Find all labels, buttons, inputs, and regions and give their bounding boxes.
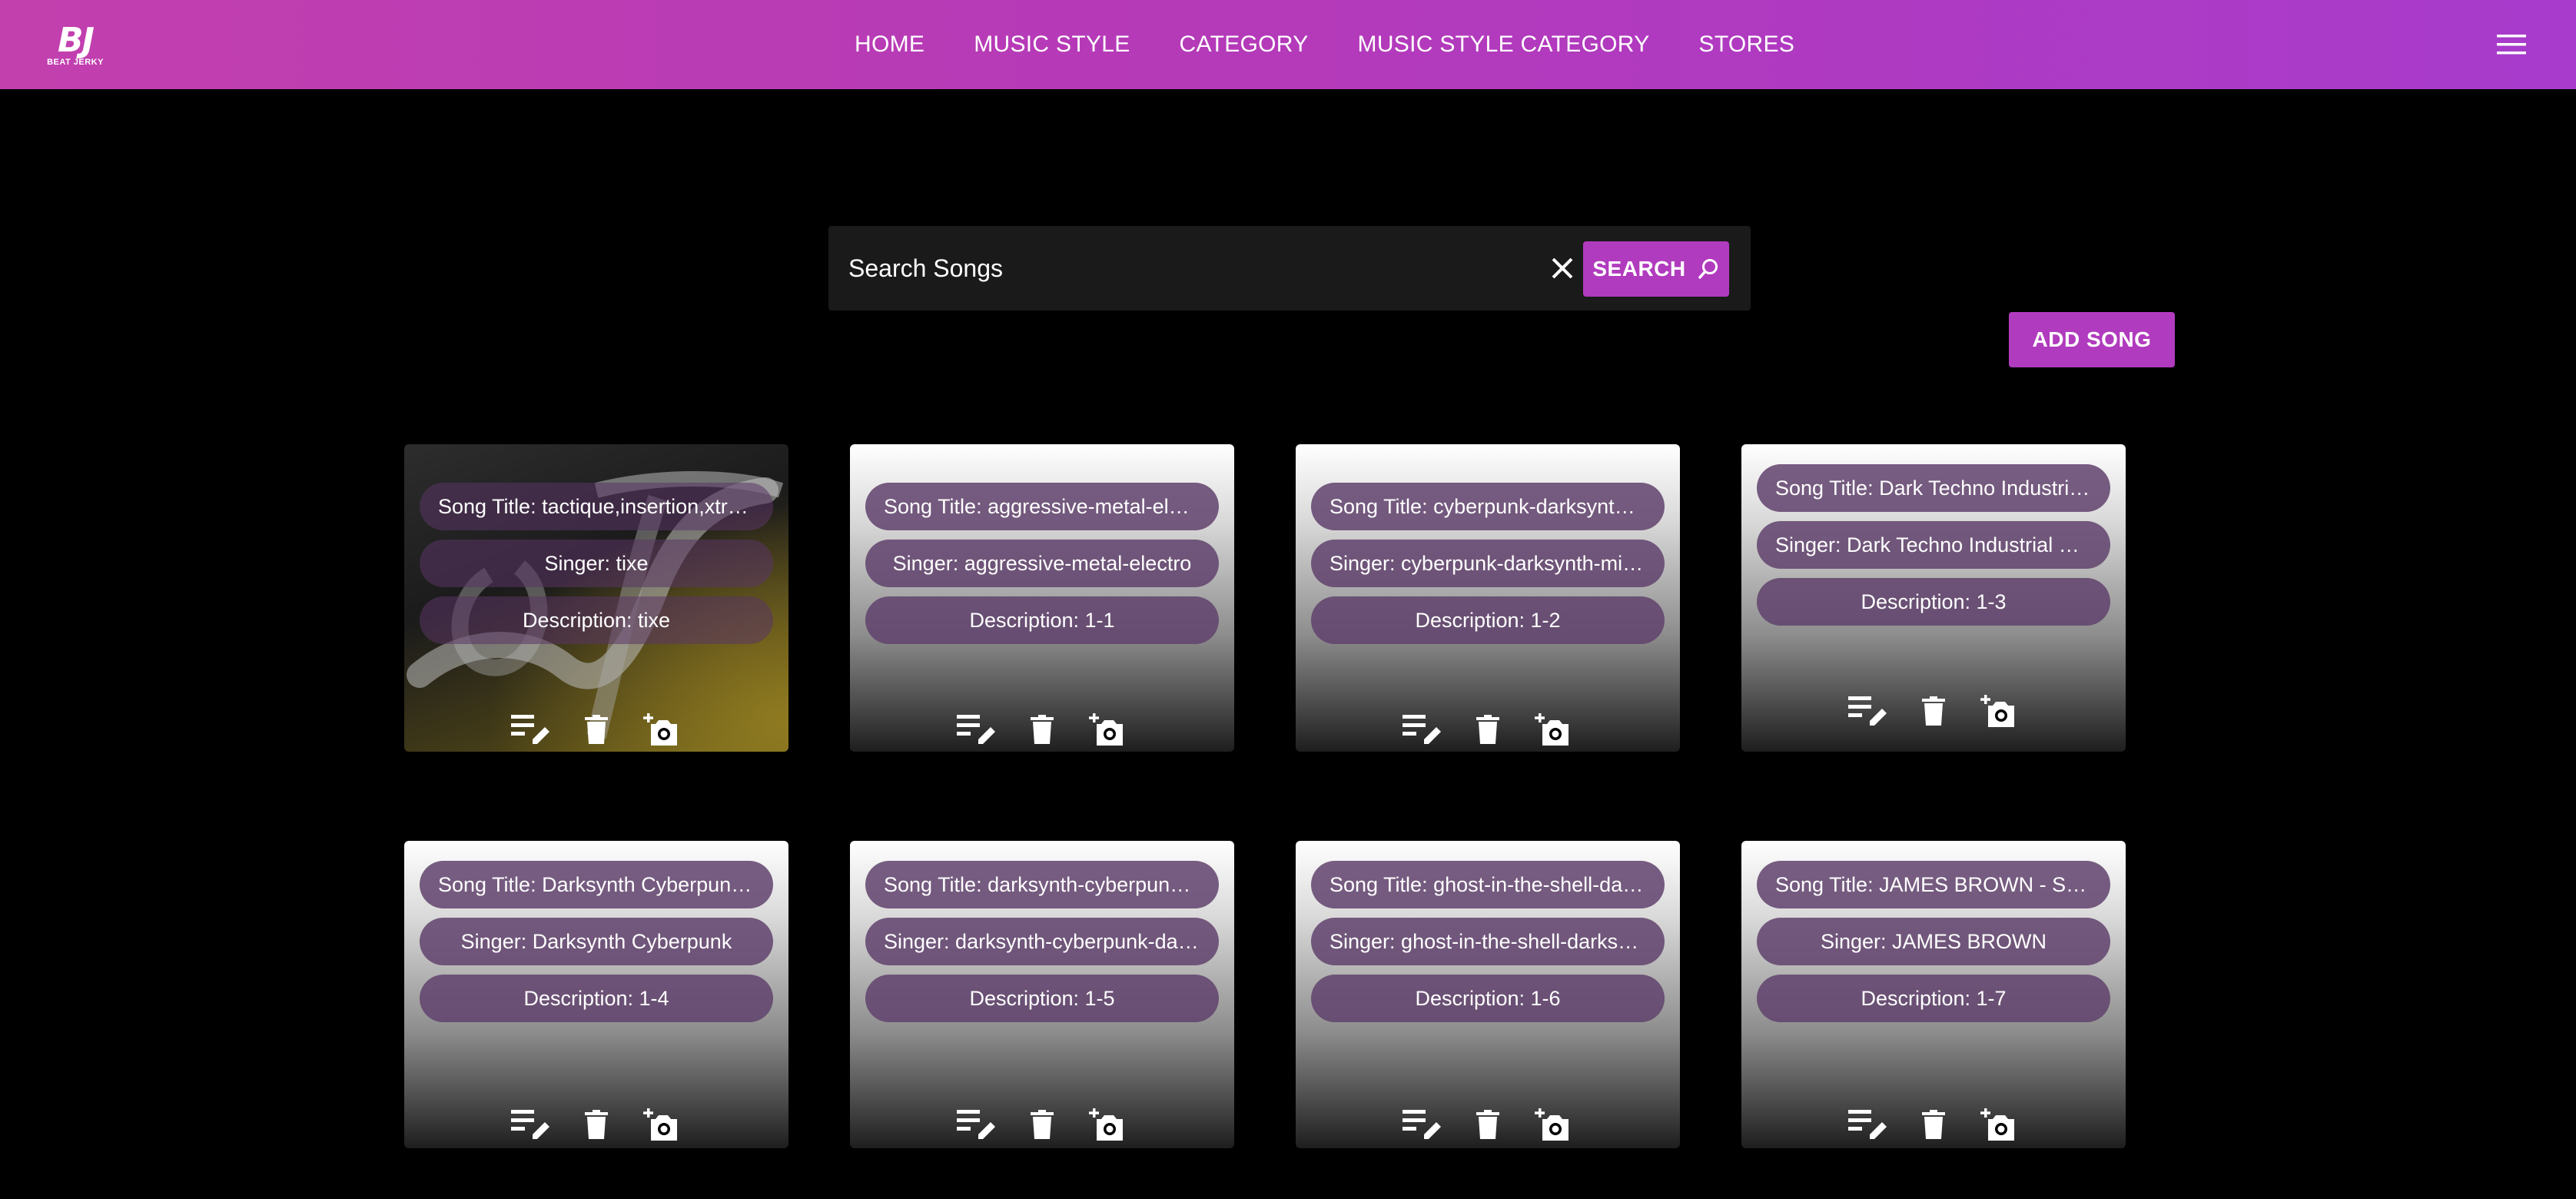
song-title: Song Title: tactique,insertion,xtra... bbox=[420, 483, 773, 530]
logo-text: BEAT JERKY bbox=[47, 58, 104, 67]
song-description: Description: 1-1 bbox=[865, 596, 1219, 644]
song-description: Description: tixe bbox=[420, 596, 773, 644]
song-card[interactable]: Song Title: aggressive-metal-elec... Sin… bbox=[850, 444, 1234, 752]
song-singer: Singer: ghost-in-the-shell-darksyn... bbox=[1311, 918, 1665, 965]
nav-category[interactable]: CATEGORY bbox=[1155, 32, 1333, 58]
song-card[interactable]: Song Title: Dark Techno Industrial... Si… bbox=[1741, 444, 2126, 752]
song-description: Description: 1-7 bbox=[1757, 975, 2110, 1022]
trash-icon[interactable] bbox=[1913, 692, 1954, 730]
add-photo-icon[interactable] bbox=[640, 710, 682, 749]
trash-icon[interactable] bbox=[1913, 1105, 1954, 1144]
edit-list-icon[interactable] bbox=[1403, 710, 1444, 749]
hamburger-menu-icon[interactable] bbox=[2495, 29, 2528, 60]
song-description: Description: 1-3 bbox=[1757, 578, 2110, 626]
nav-home[interactable]: HOME bbox=[830, 32, 949, 58]
edit-list-icon[interactable] bbox=[511, 710, 553, 749]
song-title: Song Title: Dark Techno Industrial... bbox=[1757, 464, 2110, 512]
trash-icon[interactable] bbox=[1021, 710, 1063, 749]
song-title: Song Title: darksynth-cyberpunk-... bbox=[865, 861, 1219, 908]
song-title: Song Title: Darksynth Cyberpunk ... bbox=[420, 861, 773, 908]
song-title: Song Title: ghost-in-the-shell-dark... bbox=[1311, 861, 1665, 908]
add-photo-icon[interactable] bbox=[1532, 1105, 1573, 1144]
song-description: Description: 1-5 bbox=[865, 975, 1219, 1022]
song-card[interactable]: Song Title: cyberpunk-darksynth-... Sing… bbox=[1296, 444, 1680, 752]
song-singer: Singer: Darksynth Cyberpunk bbox=[420, 918, 773, 965]
trash-icon[interactable] bbox=[576, 1105, 617, 1144]
edit-list-icon[interactable] bbox=[1848, 1105, 1890, 1144]
close-icon[interactable] bbox=[1545, 251, 1580, 286]
edit-list-icon[interactable] bbox=[957, 1105, 998, 1144]
search-input[interactable] bbox=[848, 249, 1540, 287]
nav-music-style[interactable]: MUSIC STYLE bbox=[949, 32, 1154, 58]
search-button[interactable]: SEARCH bbox=[1583, 241, 1729, 297]
song-description: Description: 1-6 bbox=[1311, 975, 1665, 1022]
add-photo-icon[interactable] bbox=[1977, 1105, 2019, 1144]
song-singer: Singer: darksynth-cyberpunk-dar... bbox=[865, 918, 1219, 965]
song-card[interactable]: Song Title: Darksynth Cyberpunk ... Sing… bbox=[404, 841, 788, 1148]
song-card[interactable]: Song Title: JAMES BROWN - Se... Singer: … bbox=[1741, 841, 2126, 1148]
search-bar: SEARCH bbox=[828, 226, 1751, 311]
add-photo-icon[interactable] bbox=[640, 1105, 682, 1144]
trash-icon[interactable] bbox=[1021, 1105, 1063, 1144]
add-photo-icon[interactable] bbox=[1086, 710, 1127, 749]
search-icon bbox=[1698, 259, 1718, 280]
song-title: Song Title: JAMES BROWN - Se... bbox=[1757, 861, 2110, 908]
trash-icon[interactable] bbox=[1467, 1105, 1509, 1144]
main-nav: HOME MUSIC STYLE CATEGORY MUSIC STYLE CA… bbox=[830, 0, 1819, 89]
add-photo-icon[interactable] bbox=[1086, 1105, 1127, 1144]
add-photo-icon[interactable] bbox=[1977, 692, 2019, 730]
trash-icon[interactable] bbox=[1467, 710, 1509, 749]
song-singer: Singer: Dark Techno Industrial Cy... bbox=[1757, 521, 2110, 569]
edit-list-icon[interactable] bbox=[1403, 1105, 1444, 1144]
song-singer: Singer: JAMES BROWN bbox=[1757, 918, 2110, 965]
trash-icon[interactable] bbox=[576, 710, 617, 749]
search-button-label: SEARCH bbox=[1592, 257, 1686, 281]
song-title: Song Title: cyberpunk-darksynth-... bbox=[1311, 483, 1665, 530]
song-description: Description: 1-4 bbox=[420, 975, 773, 1022]
add-song-button[interactable]: ADD SONG bbox=[2009, 312, 2175, 367]
logo-mark: BJ bbox=[58, 21, 95, 60]
nav-stores[interactable]: STORES bbox=[1675, 32, 1820, 58]
top-app-bar: BJ BEAT JERKY HOME MUSIC STYLE CATEGORY … bbox=[0, 0, 2576, 89]
song-singer: Singer: aggressive-metal-electro bbox=[865, 540, 1219, 587]
song-card[interactable]: Song Title: ghost-in-the-shell-dark... S… bbox=[1296, 841, 1680, 1148]
nav-music-style-category[interactable]: MUSIC STYLE CATEGORY bbox=[1333, 32, 1675, 58]
song-singer: Singer: cyberpunk-darksynth-midt... bbox=[1311, 540, 1665, 587]
edit-list-icon[interactable] bbox=[957, 710, 998, 749]
song-title: Song Title: aggressive-metal-elec... bbox=[865, 483, 1219, 530]
brand-logo[interactable]: BJ BEAT JERKY bbox=[40, 23, 111, 69]
song-card[interactable]: Song Title: tactique,insertion,xtra... S… bbox=[404, 444, 788, 752]
edit-list-icon[interactable] bbox=[1848, 692, 1890, 730]
add-photo-icon[interactable] bbox=[1532, 710, 1573, 749]
song-card[interactable]: Song Title: darksynth-cyberpunk-... Sing… bbox=[850, 841, 1234, 1148]
song-description: Description: 1-2 bbox=[1311, 596, 1665, 644]
edit-list-icon[interactable] bbox=[511, 1105, 553, 1144]
song-singer: Singer: tixe bbox=[420, 540, 773, 587]
